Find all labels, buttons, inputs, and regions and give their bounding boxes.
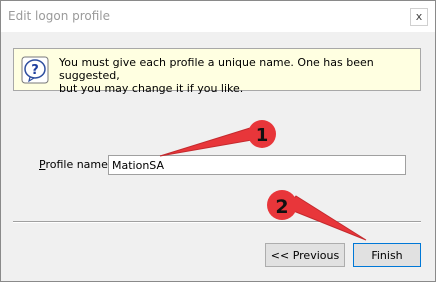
close-button[interactable]: x [410, 8, 428, 26]
edit-logon-profile-dialog: Edit logon profile x ? You must give eac… [0, 0, 436, 282]
question-icon: ? [21, 56, 49, 84]
finish-button[interactable]: Finish [353, 243, 421, 267]
title-bar[interactable]: Edit logon profile x [1, 1, 435, 32]
svg-text:?: ? [31, 63, 39, 78]
info-message-box: ? You must give each profile a unique na… [13, 48, 421, 95]
profile-name-label: Profile name: [39, 158, 112, 171]
window-title: Edit logon profile [8, 9, 111, 23]
previous-button[interactable]: << Previous [265, 243, 345, 267]
info-message-line-2: but you may change it if you like. [59, 82, 244, 95]
info-message: You must give each profile a unique name… [59, 56, 419, 95]
profile-name-input[interactable] [108, 155, 406, 175]
footer-separator [13, 221, 421, 223]
profile-name-label-text: rofile name: [45, 158, 112, 171]
info-message-line-1: You must give each profile a unique name… [59, 56, 374, 82]
